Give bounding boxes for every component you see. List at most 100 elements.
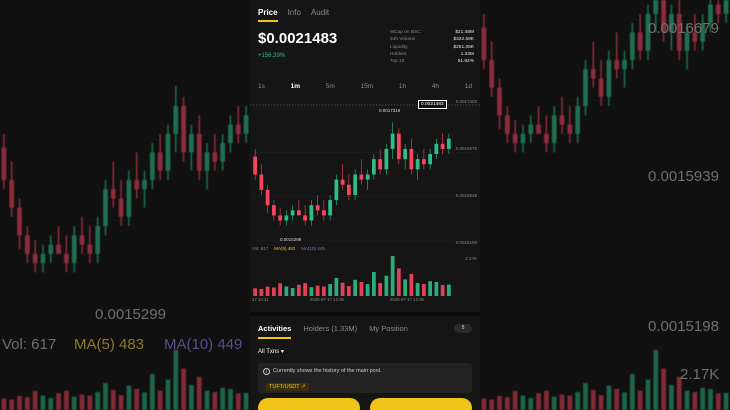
axis-label-mid: 0.0015939 xyxy=(455,193,477,198)
bg-ma5-label: MA(5) 483 xyxy=(74,336,145,353)
candle-body xyxy=(328,200,332,216)
volume-bar xyxy=(505,397,510,410)
candle-body xyxy=(118,198,124,217)
activity-count-badge[interactable]: 5 xyxy=(454,324,472,333)
volume-bar xyxy=(9,399,15,410)
stat-label: Top 10 xyxy=(390,59,405,65)
background-candles-right xyxy=(480,0,730,410)
candle-body xyxy=(505,115,510,134)
pair-label: TUFT/USDT xyxy=(269,384,300,390)
volume-bar xyxy=(278,283,282,296)
candle-body xyxy=(347,184,351,195)
volume-bar xyxy=(684,390,690,410)
candle-body xyxy=(157,152,163,171)
volume-bar xyxy=(56,393,61,410)
txn-filter-dropdown[interactable]: All Txns ▾ xyxy=(258,348,284,355)
volume-bar xyxy=(150,374,155,410)
stat-top10: Top 10 51.92% xyxy=(390,59,474,66)
candle-body xyxy=(384,148,389,170)
volume-bar xyxy=(71,396,77,410)
candle-body xyxy=(196,133,202,171)
candle-body xyxy=(489,60,495,88)
buy-button[interactable] xyxy=(258,398,360,410)
volume-bar xyxy=(583,382,588,410)
price-chart[interactable] xyxy=(250,96,480,301)
candle-body xyxy=(228,124,233,144)
bg-axis-3: 0.0015198 xyxy=(648,318,719,335)
current-price: $0.0021483 xyxy=(258,30,338,47)
volume-bar xyxy=(653,350,659,410)
volume-bar xyxy=(220,387,225,410)
stat-label: Liquidity xyxy=(390,44,408,50)
candle-body xyxy=(365,174,370,180)
candle-body xyxy=(48,244,54,254)
candle-body xyxy=(359,174,364,180)
volume-bar xyxy=(134,388,140,410)
volume-bar xyxy=(390,256,395,296)
volume-bar xyxy=(87,395,93,410)
timeframe-15m[interactable]: 15m xyxy=(360,83,373,90)
tab-my-position[interactable]: My Position xyxy=(369,324,408,339)
volume-bar xyxy=(340,282,345,296)
candle-body xyxy=(447,138,451,149)
tab-activities[interactable]: Activities xyxy=(258,324,292,339)
notice-text: Currently shows the history of the main … xyxy=(273,368,382,374)
timeframe-5m[interactable]: 5m xyxy=(326,83,335,90)
section-divider xyxy=(250,312,480,316)
candle-body xyxy=(340,179,345,185)
candle-body xyxy=(378,159,382,170)
volume-bar xyxy=(64,390,69,410)
info-icon: i xyxy=(263,368,270,375)
tab-info[interactable]: Info xyxy=(288,8,301,22)
txn-filter-label: All Txns xyxy=(258,349,280,355)
candle-body xyxy=(409,148,414,170)
volume-bar xyxy=(25,397,30,410)
volume-bar xyxy=(622,392,627,410)
volume-bar xyxy=(489,399,495,410)
candle-body xyxy=(284,215,289,221)
volume-bar xyxy=(378,283,382,296)
volume-bar xyxy=(372,272,376,296)
volume-bar xyxy=(397,268,401,296)
pair-link[interactable]: TUFT/USDT ↗ xyxy=(266,383,309,391)
timeframe-1d[interactable]: 1d xyxy=(465,83,472,90)
candle-body xyxy=(272,205,276,216)
candle-body xyxy=(440,143,445,149)
axis-label-low: 0.0015198 xyxy=(455,240,477,245)
volume-bar xyxy=(434,281,439,296)
volume-bar xyxy=(334,277,339,296)
volume-bar xyxy=(590,390,596,410)
volume-bar xyxy=(440,284,445,296)
current-price-tag: 0.0021483 xyxy=(418,100,447,109)
tab-price[interactable]: Price xyxy=(258,8,278,22)
volume-bar xyxy=(309,287,314,296)
volume-bar xyxy=(520,395,526,410)
candle-body xyxy=(40,253,46,264)
candle-body xyxy=(403,148,407,160)
candle-body xyxy=(551,115,557,144)
volume-bar xyxy=(708,388,713,410)
timeframe-1s[interactable]: 1s xyxy=(258,83,265,90)
sell-button[interactable] xyxy=(370,398,472,410)
candle-body xyxy=(497,87,502,116)
bg-axis-4: 2.17K xyxy=(680,366,720,383)
candle-body xyxy=(590,69,596,79)
ma5-label: MA(5) 483 xyxy=(274,246,296,251)
volume-bar xyxy=(567,395,573,410)
candle-body xyxy=(372,159,376,175)
candle-body xyxy=(150,152,155,180)
candle-body xyxy=(220,143,225,162)
time-label-3: 2025-07-17 12:36 xyxy=(390,297,424,302)
candle-body xyxy=(1,147,7,180)
volume-bar xyxy=(551,396,557,410)
tab-audit[interactable]: Audit xyxy=(311,8,329,22)
timeframe-4h[interactable]: 4h xyxy=(432,83,439,90)
candle-body xyxy=(25,235,30,254)
phone-screen: Price Info Audit $0.0021483 +156.39% MCa… xyxy=(250,0,480,410)
timeframe-1h[interactable]: 1h xyxy=(399,83,406,90)
candle-body xyxy=(422,159,426,165)
timeframe-1m[interactable]: 1m xyxy=(291,83,300,90)
volume-bar xyxy=(528,398,534,410)
candle-body xyxy=(653,0,659,14)
tab-holders[interactable]: Holders (1.33M) xyxy=(303,324,357,339)
